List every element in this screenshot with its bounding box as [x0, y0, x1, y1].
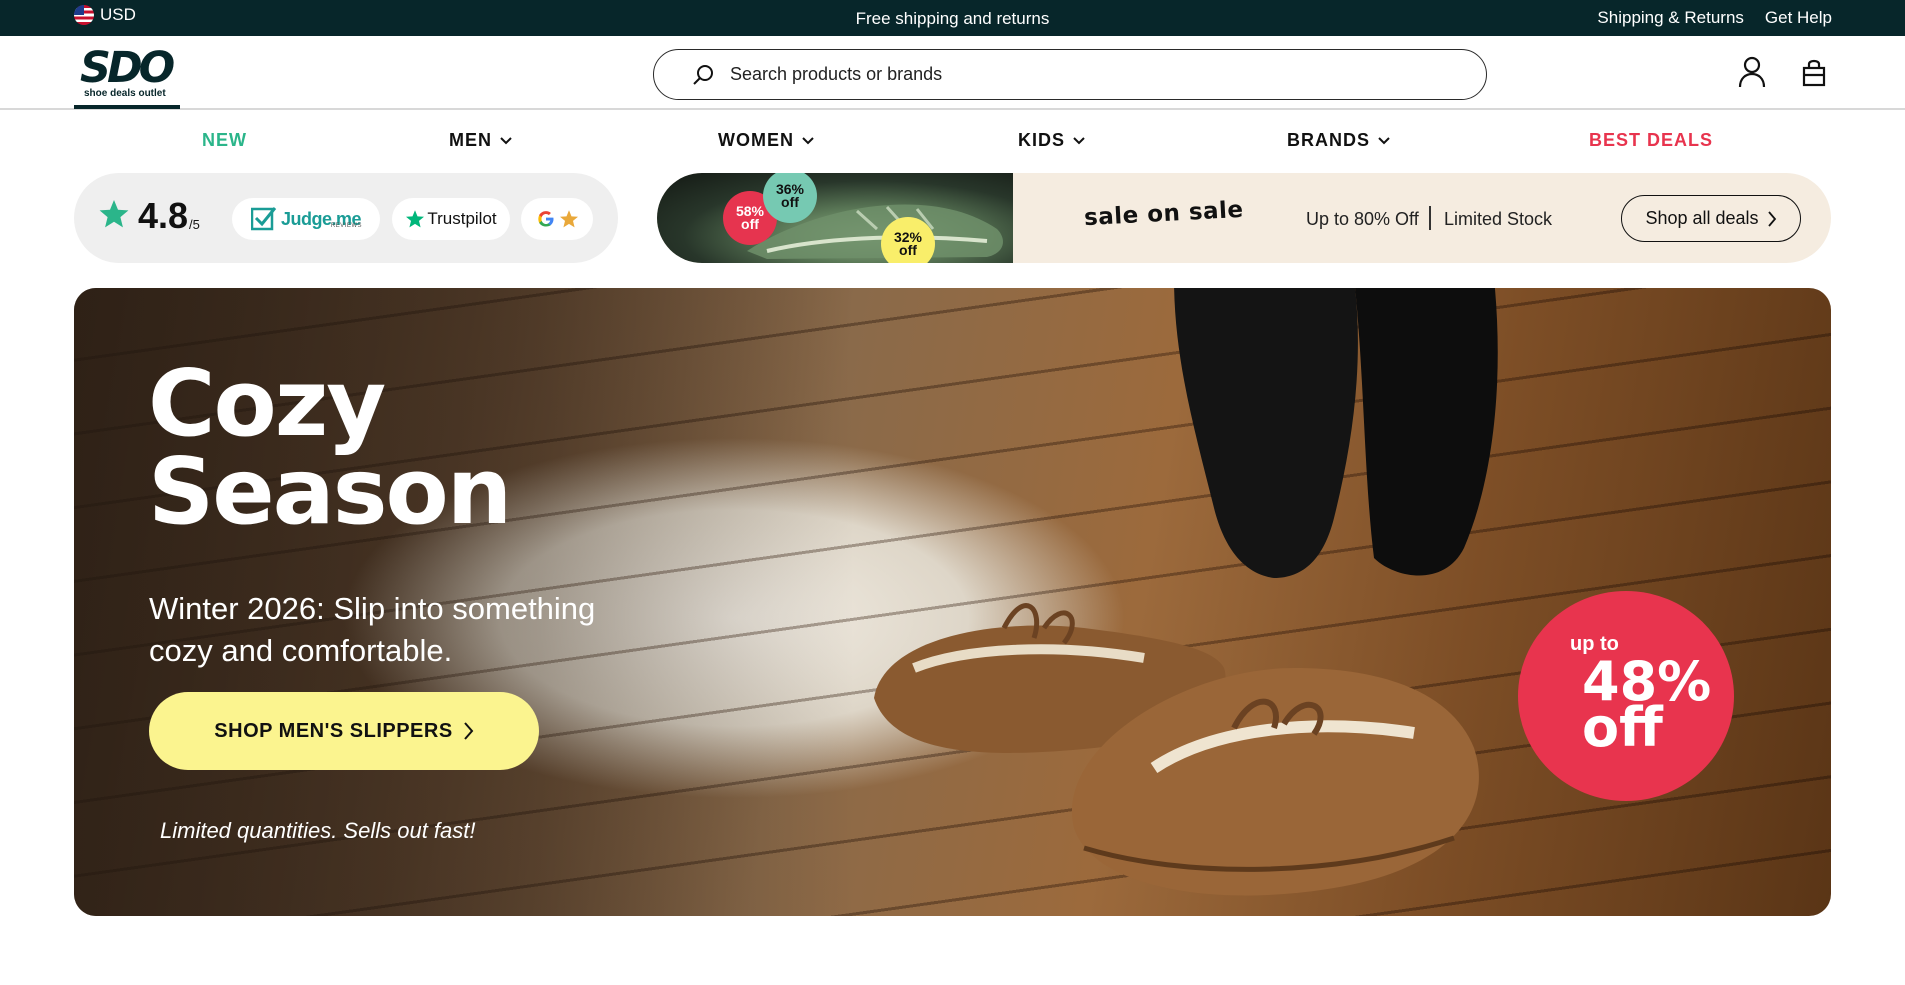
logo-mark: SDO: [80, 43, 175, 93]
nav-kids[interactable]: KIDS: [1018, 130, 1085, 151]
nav-men[interactable]: MEN: [449, 130, 512, 151]
nav-brands-label: BRANDS: [1287, 130, 1371, 150]
nav-brands[interactable]: BRANDS: [1287, 130, 1390, 151]
discount-value: 48% off: [1582, 650, 1712, 759]
currency-selector[interactable]: USD: [74, 5, 136, 25]
logo-tagline: shoe deals outlet: [84, 88, 166, 99]
shop-mens-slippers-label: SHOP MEN'S SLIPPERS: [214, 719, 453, 742]
gold-star-icon: [559, 210, 578, 228]
promo-text: Free shipping and returns: [855, 9, 1050, 28]
bubble-32-word: off: [899, 242, 917, 258]
search-bar[interactable]: [653, 49, 1487, 100]
trustpilot-label: Trustpilot: [427, 209, 497, 228]
us-flag-icon: [74, 5, 94, 25]
google-reviews-badge[interactable]: [521, 198, 593, 240]
google-icon: [537, 211, 553, 227]
star-icon: [99, 200, 129, 228]
nav-men-label: MEN: [449, 130, 492, 150]
trustpilot-star-icon: [406, 210, 425, 228]
top-links: Shipping & Returns Get Help: [1597, 8, 1832, 28]
sale-stock: Limited Stock: [1444, 209, 1553, 229]
chevron-down-icon: [802, 136, 814, 144]
search-input[interactable]: [730, 64, 1430, 85]
nav-kids-label: KIDS: [1018, 130, 1066, 150]
chevron-right-icon: [1767, 210, 1776, 227]
shop-all-deals-button[interactable]: Shop all deals: [1621, 195, 1801, 242]
get-help-link[interactable]: Get Help: [1765, 8, 1832, 28]
discount-badge: up to 48% off: [1518, 591, 1734, 801]
rating: 4.8 /5: [98, 198, 200, 234]
bubble-58-word: off: [741, 216, 759, 232]
judgeme-sub: REVIEWS: [330, 223, 362, 229]
judgeme-check-icon: [250, 207, 277, 231]
header-actions: [1738, 56, 1828, 88]
nav-best-deals-label: BEST DEALS: [1589, 130, 1714, 150]
shipping-returns-link[interactable]: Shipping & Returns: [1597, 8, 1743, 28]
top-bar: USD Free shipping and returns Shipping &…: [0, 0, 1905, 36]
logo[interactable]: SDO shoe deals outlet: [74, 43, 180, 110]
shop-mens-slippers-button[interactable]: SHOP MEN'S SLIPPERS: [149, 692, 539, 770]
sale-offer: Up to 80% Off: [1306, 209, 1419, 229]
chevron-down-icon: [500, 136, 512, 144]
sale-divider: [1429, 206, 1431, 230]
sale-on-sale-banner[interactable]: 58% off 36% off 32% off sale on sale Up to …: [657, 173, 1831, 263]
site-header: SDO shoe deals outlet: [0, 36, 1905, 110]
hero-subtitle: Winter 2026: Slip into something cozy an…: [149, 591, 596, 668]
hero-slippers-image: [874, 603, 1479, 896]
nav-women-label: WOMEN: [718, 130, 794, 150]
discount-bubble-32: 32% off: [881, 217, 935, 263]
hero-title: Cozy Season: [148, 350, 512, 545]
judgeme-badge[interactable]: Judge.me REVIEWS: [232, 198, 380, 240]
chevron-right-icon: [463, 722, 474, 740]
nav-best-deals[interactable]: BEST DEALS: [1589, 130, 1713, 151]
currency-label: USD: [100, 5, 136, 24]
search-icon[interactable]: [692, 63, 716, 87]
bag-icon[interactable]: [1800, 56, 1828, 88]
sale-headline: sale on sale: [1083, 196, 1245, 232]
reviews-summary: 4.8 /5 Judge.me REVIEWS Trustpilot: [74, 173, 618, 263]
shop-all-deals-label: Shop all deals: [1645, 208, 1759, 228]
rating-value: 4.8: [138, 195, 189, 236]
rating-scale: /5: [189, 217, 200, 232]
hero-note: Limited quantities. Sells out fast!: [160, 818, 476, 843]
bubble-36-word: off: [781, 194, 799, 210]
trustpilot-badge[interactable]: Trustpilot: [392, 198, 510, 240]
nav-new[interactable]: NEW: [202, 130, 247, 151]
account-icon[interactable]: [1738, 56, 1766, 88]
nav-new-label: NEW: [202, 130, 247, 150]
main-nav: NEW MEN WOMEN KIDS BRANDS BEST DEALS: [0, 130, 1905, 156]
logo-underline: [74, 105, 180, 109]
hero-banner[interactable]: Cozy Season Winter 2026: Slip into somet…: [74, 288, 1831, 916]
chevron-down-icon: [1073, 136, 1085, 144]
sneaker-image: 58% off 36% off 32% off: [657, 173, 1013, 263]
chevron-down-icon: [1378, 136, 1390, 144]
nav-women[interactable]: WOMEN: [718, 130, 814, 151]
